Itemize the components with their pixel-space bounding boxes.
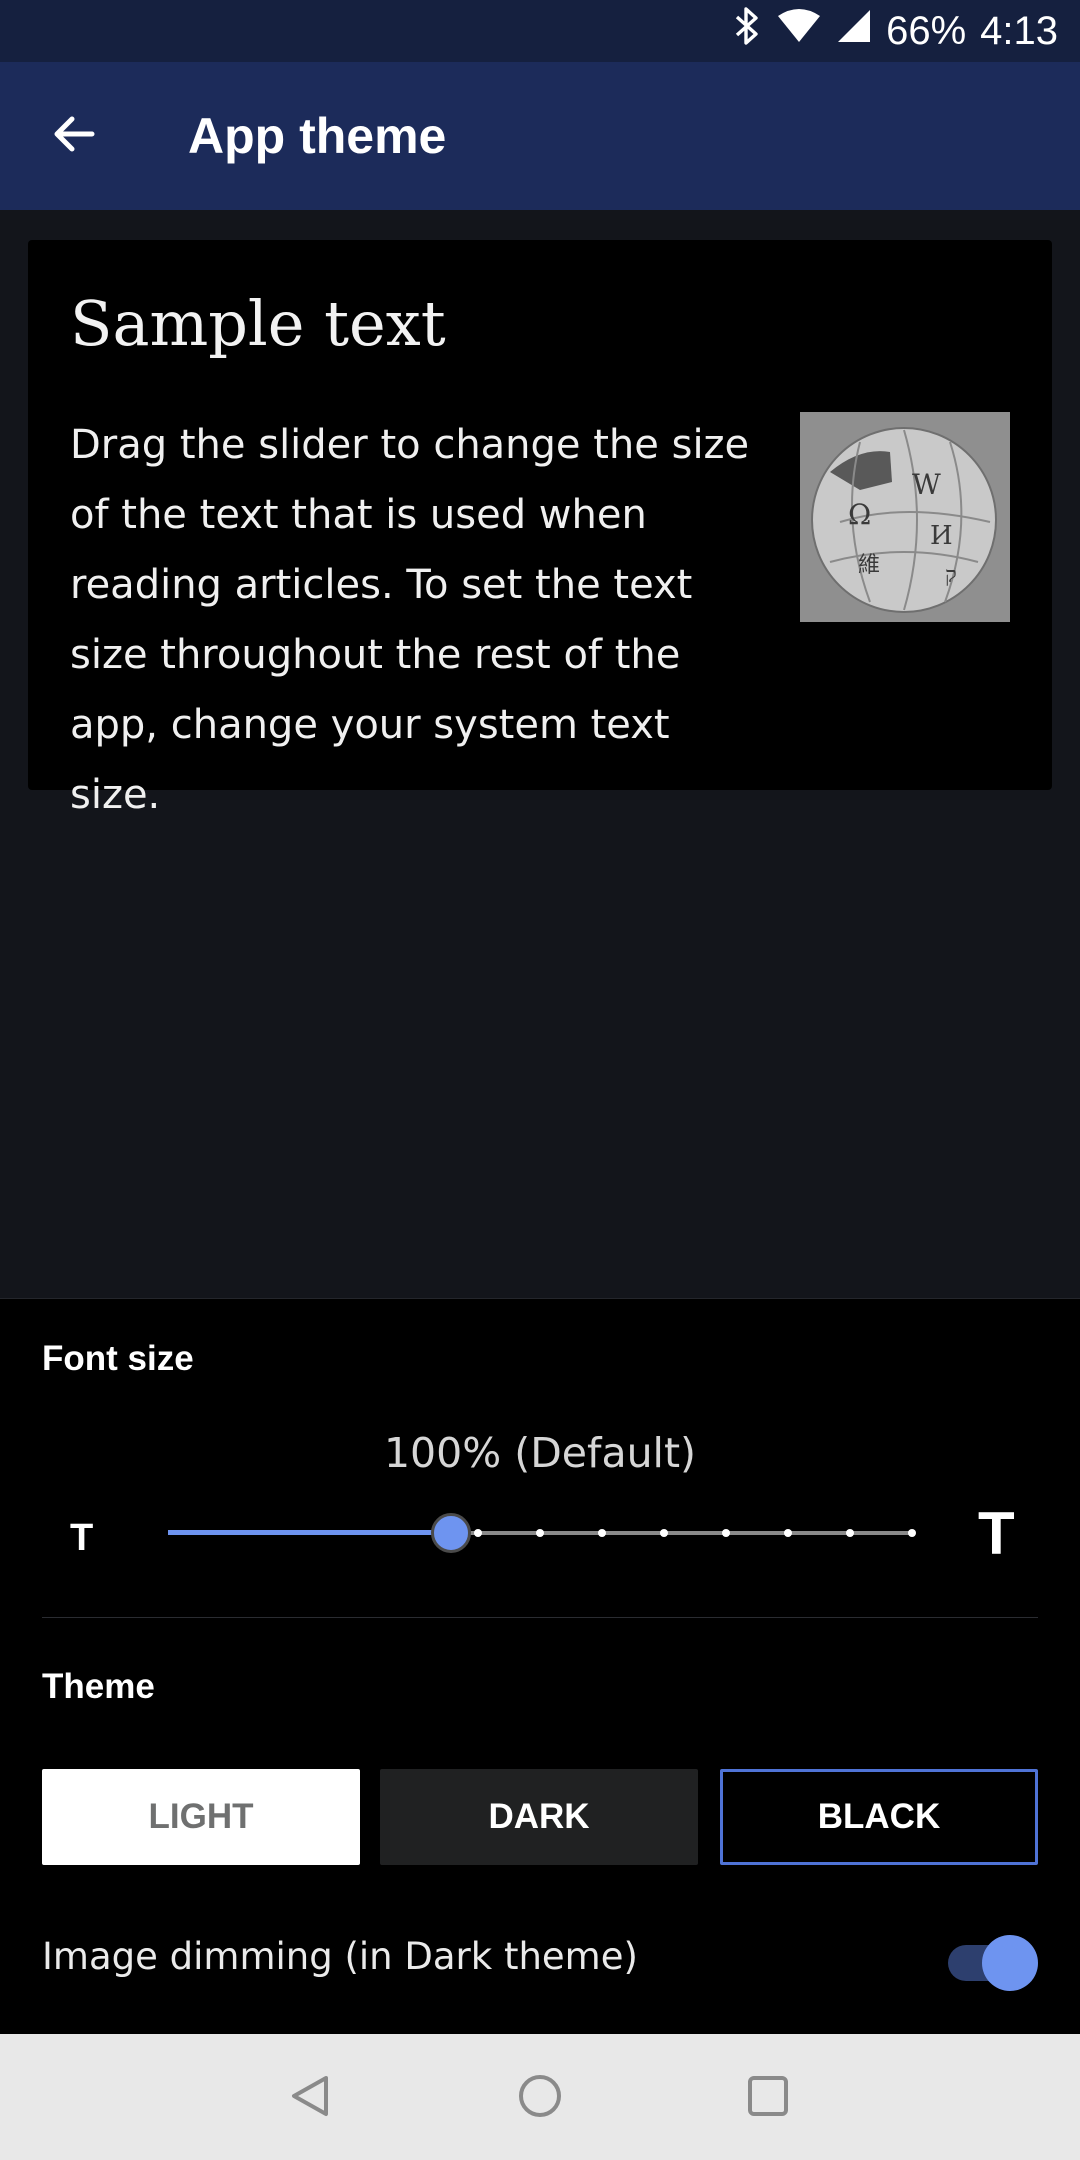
svg-text:И: И bbox=[930, 521, 953, 551]
divider bbox=[42, 1617, 1038, 1618]
font-size-value: 100% (Default) bbox=[383, 1429, 697, 1477]
nav-home-button[interactable] bbox=[498, 2056, 582, 2140]
slider-tick bbox=[474, 1529, 482, 1537]
theme-black-button[interactable]: BLACK bbox=[720, 1769, 1038, 1865]
back-button[interactable] bbox=[32, 94, 116, 178]
svg-text:ק: ק bbox=[945, 563, 957, 588]
increase-text-size-button[interactable]: T bbox=[978, 1499, 1015, 1568]
recents-square-icon bbox=[744, 2072, 792, 2125]
svg-text:W: W bbox=[912, 468, 941, 501]
home-circle-icon bbox=[516, 2072, 564, 2125]
arrow-left-icon bbox=[50, 110, 98, 163]
slider-tick bbox=[784, 1529, 792, 1537]
nav-recents-button[interactable] bbox=[726, 2056, 810, 2140]
app-bar: App theme bbox=[0, 62, 1080, 210]
theme-settings-sheet: Font size 100% (Default) T T Theme LIGHT… bbox=[0, 1298, 1080, 2035]
battery-text: 66% bbox=[886, 8, 967, 53]
sample-body: Drag the slider to change the size of th… bbox=[70, 422, 750, 818]
sample-text-card: Sample text Drag the slider to change th… bbox=[28, 240, 1052, 818]
content-area: Sample text Drag the slider to change th… bbox=[0, 210, 1080, 1298]
decrease-text-size-button[interactable]: T bbox=[70, 1517, 93, 1560]
slider-tick bbox=[722, 1529, 730, 1537]
slider-tick bbox=[660, 1529, 668, 1537]
nav-back-button[interactable] bbox=[268, 2056, 352, 2140]
status-icons: 66% 4:13 bbox=[732, 0, 1058, 62]
font-size-slider-thumb[interactable] bbox=[430, 1513, 471, 1553]
toggle-knob bbox=[982, 1935, 1038, 1991]
theme-light-button[interactable]: LIGHT bbox=[42, 1769, 360, 1865]
slider-tick bbox=[598, 1529, 606, 1537]
slider-tick bbox=[536, 1529, 544, 1537]
wifi-icon bbox=[776, 6, 822, 56]
sample-title: Sample text bbox=[70, 287, 446, 360]
system-nav-bar bbox=[0, 2034, 1080, 2160]
svg-text:維: 維 bbox=[858, 553, 880, 578]
theme-label: Theme bbox=[42, 1667, 155, 1706]
image-dimming-label: Image dimming (in Dark theme) bbox=[42, 1935, 638, 1978]
slider-tick bbox=[846, 1529, 854, 1537]
back-triangle-icon bbox=[288, 2072, 332, 2125]
svg-text:Ω: Ω bbox=[848, 498, 871, 531]
wikipedia-globe-icon: Ω W И 維 ק bbox=[800, 412, 1010, 622]
theme-dark-button[interactable]: DARK bbox=[380, 1769, 698, 1865]
font-size-slider-fill bbox=[168, 1530, 451, 1535]
page-title: App theme bbox=[188, 108, 447, 164]
font-size-label: Font size bbox=[42, 1339, 194, 1378]
image-dimming-toggle[interactable] bbox=[944, 1935, 1038, 1991]
slider-tick bbox=[908, 1529, 916, 1537]
time-text: 4:13 bbox=[980, 8, 1058, 53]
signal-icon bbox=[836, 6, 872, 56]
status-bar: 66% 4:13 bbox=[0, 0, 1080, 62]
bluetooth-icon bbox=[732, 6, 762, 56]
